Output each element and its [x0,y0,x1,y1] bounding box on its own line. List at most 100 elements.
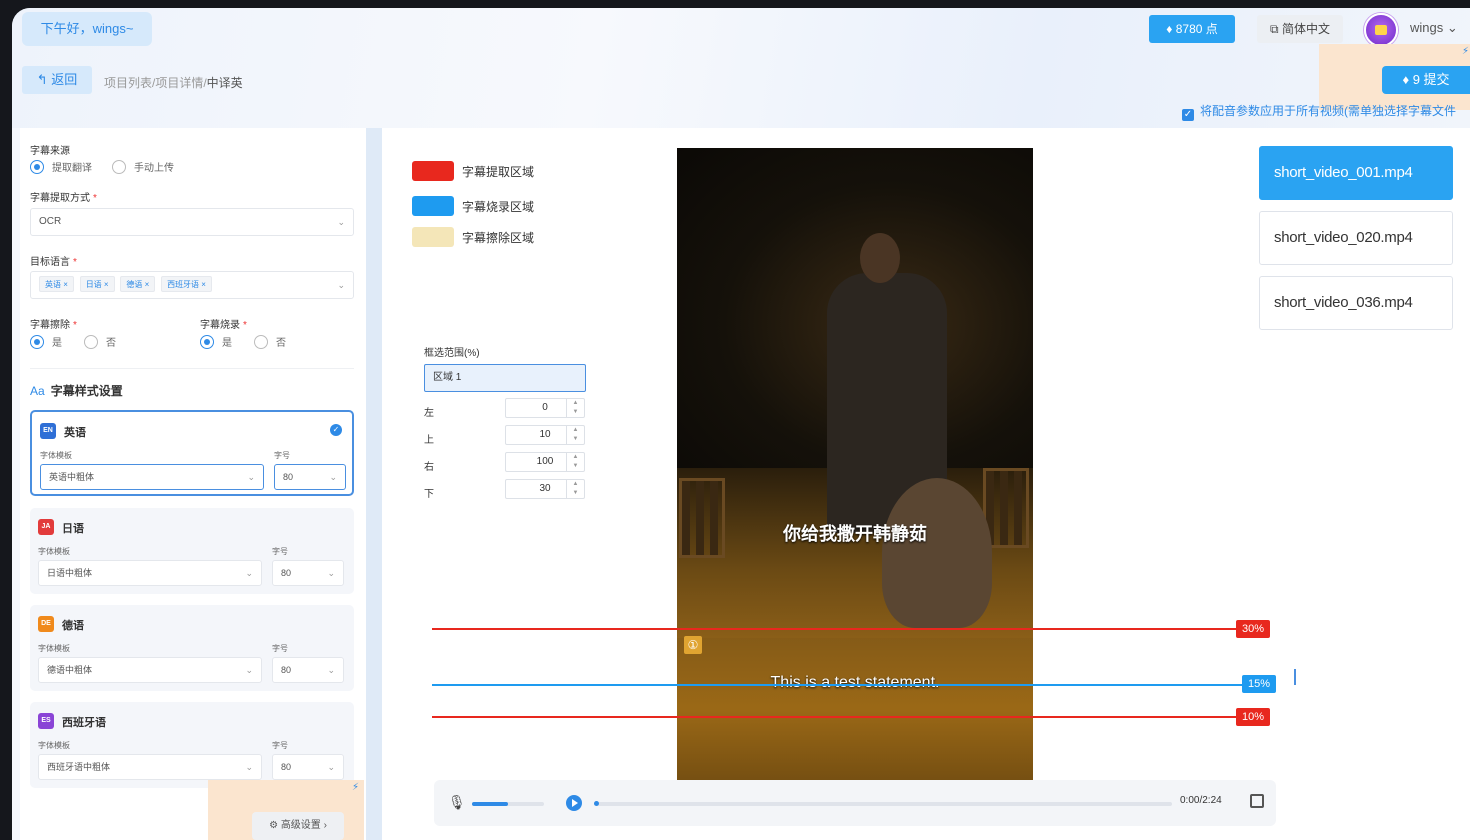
pct-label-burn[interactable]: 15% [1242,675,1277,693]
advanced-settings-button[interactable]: ⚙ 高级设置 › [252,812,344,840]
diamond-icon: ♦ [1166,22,1176,36]
lang-tag[interactable]: 德语 × [120,276,156,293]
font-size-label: 字号 [274,451,290,460]
target-language-select[interactable]: 英语 × 日语 × 德语 × 西班牙语 × ⌄ [30,271,354,299]
source-option-extract[interactable]: 提取翻译 [30,159,92,174]
video-erase-overlay [677,638,1033,780]
back-button[interactable]: ↰ 返回 [22,66,92,94]
chevron-down-icon: ⌄ [245,568,253,578]
lang-card-de[interactable]: DE 德语 字体模板 字号 德语中粗体 ⌄ 80 ⌄ [30,605,354,691]
progress-handle[interactable] [594,801,599,806]
lang-card-ja[interactable]: JA 日语 字体模板 字号 日语中粗体 ⌄ 80 ⌄ [30,508,354,594]
video-file-item[interactable]: short_video_036.mp4 [1259,276,1453,330]
font-size-select[interactable]: 80 ⌄ [272,754,344,780]
font-size-label: 字号 [272,741,288,750]
font-template-select[interactable]: 日语中粗体 ⌄ [38,560,262,586]
chevron-down-icon: ⌄ [1446,20,1458,35]
breadcrumb-path[interactable]: 项目列表/项目详情/ [104,76,207,90]
legend-swatch-extract [412,161,454,181]
font-size-label: 字号 [272,644,288,653]
burn-label: 字幕烧录 * [200,320,247,331]
lang-card-name: 西班牙语 [62,717,106,729]
font-icon: Aa [30,384,45,398]
radio-icon [30,335,44,349]
time-display: 0:00/2:24 [1180,795,1222,806]
target-language-label: 目标语言 * [30,257,77,268]
erase-yes[interactable]: 是 [30,334,62,349]
lang-card-es[interactable]: ES 西班牙语 字体模板 字号 西班牙语中粗体 ⌄ 80 ⌄ [30,702,354,788]
radio-icon [84,335,98,349]
extract-line-bottom[interactable] [432,716,1238,718]
avatar[interactable] [1364,13,1398,47]
progress-bar[interactable] [594,801,1172,806]
lang-card-en[interactable]: EN 英语 ✓ 字体模板 字号 英语中粗体 ⌄ 80 ⌄ [30,410,354,496]
play-button[interactable] [566,795,582,811]
fullscreen-icon[interactable] [1250,794,1264,808]
region-selector[interactable]: 区域 1 [424,364,586,392]
video-prop [679,478,725,558]
range-input-bottom[interactable]: 30 ▲ ▼ [505,479,585,499]
breadcrumb-current: 中译英 [206,76,243,90]
volume-slider[interactable] [472,802,544,806]
check-icon: ✓ [330,424,342,436]
legend-label-extract: 字幕提取区域 [462,165,535,179]
username: wings [1410,20,1444,35]
font-size-select[interactable]: 80 ⌄ [272,657,344,683]
burn-yes[interactable]: 是 [200,334,232,349]
font-size-select[interactable]: 80 ⌄ [272,560,344,586]
lang-card-name: 日语 [62,523,84,535]
stepper-icon: ▲ ▼ [566,453,584,471]
video-file-item[interactable]: short_video_001.mp4 [1259,146,1453,200]
region-marker[interactable]: ① [684,636,702,654]
points-button[interactable]: ♦ 8780 点 [1149,15,1235,43]
burn-line-handle[interactable] [1294,669,1296,685]
font-size-label: 字号 [272,547,288,556]
lang-code-badge: JA [38,519,54,535]
range-label-right: 右 [424,462,434,473]
range-input-left[interactable]: 0 ▲ ▼ [505,398,585,418]
burn-no[interactable]: 否 [254,334,286,349]
stepper-icon: ▲ ▼ [566,399,584,417]
font-template-label: 字体模板 [38,644,70,653]
pct-label-bottom[interactable]: 10% [1236,708,1271,726]
chevron-right-icon: › [320,820,327,831]
font-template-select[interactable]: 德语中粗体 ⌄ [38,657,262,683]
chevron-down-icon: ⌄ [337,280,345,290]
legend-label-erase: 字幕擦除区域 [462,231,535,245]
greeting-badge: 下午好，wings~ [22,12,152,46]
lang-tag[interactable]: 英语 × [39,276,74,293]
erase-no[interactable]: 否 [84,334,116,349]
video-figure [860,233,900,283]
video-file-item[interactable]: short_video_020.mp4 [1259,211,1453,265]
panel-scrollbar[interactable] [366,128,382,840]
chevron-down-icon: ⌄ [327,568,335,578]
lang-code-badge: DE [38,616,54,632]
font-size-select[interactable]: 80 ⌄ [274,464,346,490]
back-label: 返回 [51,72,78,87]
lang-tag[interactable]: 日语 × [79,276,115,293]
stepper-icon: ▲ ▼ [566,426,584,444]
submit-button[interactable]: ♦ 9 提交 [1382,66,1470,94]
range-input-top[interactable]: 10 ▲ ▼ [505,425,585,445]
style-section-title: Aa 字幕样式设置 [30,384,123,398]
extract-line-top[interactable] [432,628,1238,630]
apply-all-checkbox[interactable]: ✓ 将配音参数应用于所有视频(需单独选择字幕文件 [1182,102,1456,121]
microphone-icon[interactable]: 🎙 [448,794,466,811]
range-label-left: 左 [424,408,434,419]
font-template-select[interactable]: 英语中粗体 ⌄ [40,464,264,490]
burn-line[interactable] [432,684,1242,686]
pct-label-top[interactable]: 30% [1236,620,1271,638]
breadcrumb: 项目列表/项目详情/中译英 [104,74,243,91]
font-template-select[interactable]: 西班牙语中粗体 ⌄ [38,754,262,780]
stepper-icon: ▲ ▼ [566,480,584,498]
source-option-upload[interactable]: 手动上传 [112,159,174,174]
language-switch[interactable]: ⧉ 简体中文 [1257,15,1343,43]
range-input-right[interactable]: 100 ▲ ▼ [505,452,585,472]
chevron-down-icon: ⌄ [245,665,253,675]
user-menu[interactable]: wings ⌄ [1410,20,1458,36]
lang-tag[interactable]: 西班牙语 × [161,276,212,293]
legend-swatch-erase [412,227,454,247]
radio-icon [254,335,268,349]
extract-method-select[interactable]: OCR ⌄ [30,208,354,236]
translate-icon: ⧉ [1270,22,1282,36]
